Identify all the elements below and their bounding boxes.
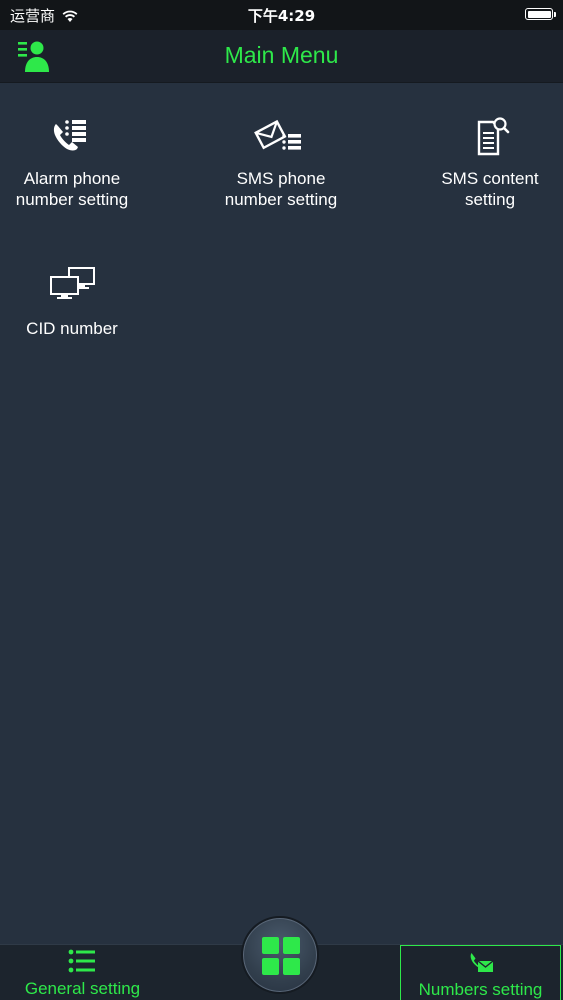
page-title: Main Menu bbox=[224, 42, 339, 68]
envelope-list-icon bbox=[254, 119, 301, 150]
menu-item-label: CID number bbox=[26, 319, 118, 338]
menu-item-label: Alarm phone number setting bbox=[15, 169, 129, 209]
status-bar: 运营商 下午4:29 bbox=[0, 0, 563, 30]
screen: 运营商 下午4:29 Main Menu Alarm phone number … bbox=[0, 0, 563, 1000]
status-time: 下午4:29 bbox=[247, 7, 316, 25]
home-button[interactable] bbox=[241, 916, 319, 994]
menu-item-label: SMS content setting bbox=[441, 169, 539, 209]
menu-item-cid-number[interactable]: CID number bbox=[0, 262, 167, 339]
tab-numbers-setting[interactable]: Numbers setting bbox=[400, 945, 561, 1000]
grid-icon bbox=[262, 937, 300, 975]
tab-general-setting[interactable]: General setting bbox=[0, 945, 165, 1000]
document-search-icon bbox=[477, 117, 510, 156]
phone-message-icon bbox=[470, 953, 493, 972]
nav-bar: Main Menu bbox=[0, 30, 563, 83]
battery-icon bbox=[525, 8, 556, 20]
tab-label: Numbers setting bbox=[418, 980, 543, 999]
tab-label: General setting bbox=[24, 979, 141, 998]
list-icon bbox=[68, 949, 95, 973]
menu-item-alarm-phone[interactable]: Alarm phone number setting bbox=[0, 112, 167, 210]
menu-item-sms-phone[interactable]: SMS phone number setting bbox=[186, 112, 376, 210]
menu-item-sms-content[interactable]: SMS content setting bbox=[395, 112, 563, 210]
monitors-icon bbox=[50, 267, 95, 299]
battery-fill bbox=[527, 10, 551, 18]
menu-item-label: SMS phone number setting bbox=[224, 169, 338, 209]
phone-list-icon bbox=[53, 120, 86, 151]
